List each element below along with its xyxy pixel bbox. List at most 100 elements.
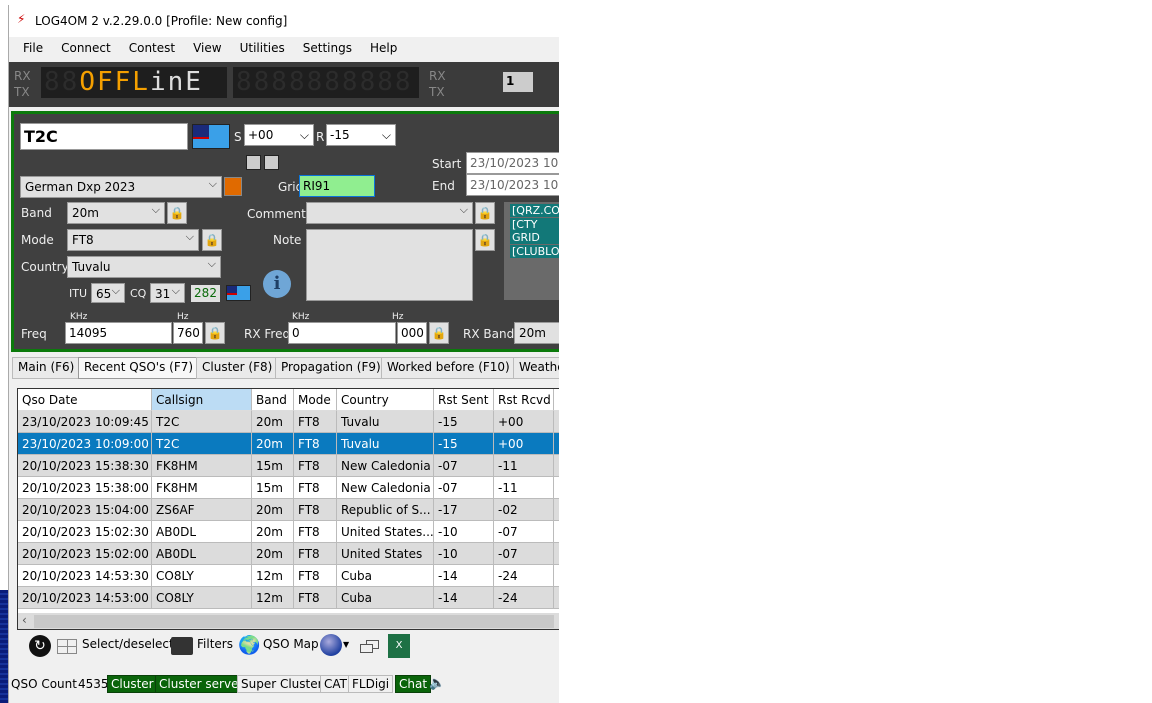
cell-country: Republic of S... bbox=[337, 499, 434, 521]
refresh-icon[interactable]: ↻ bbox=[29, 635, 51, 657]
scrollbar-thumb[interactable] bbox=[34, 615, 554, 628]
cell-rst-rcvd[interactable]: Rst Rcvd bbox=[494, 389, 554, 411]
cell-country: United States bbox=[337, 543, 434, 565]
cell-rst-sent: -07 bbox=[434, 455, 494, 477]
table-row[interactable]: 20/10/2023 15:04:00 ZS6AF 20m FT8 Republic o… bbox=[18, 499, 559, 521]
speaker-icon[interactable]: 🔈 bbox=[429, 676, 445, 691]
start-time-input[interactable]: 23/10/2023 10:1 bbox=[466, 152, 559, 174]
rst-sent-select[interactable]: +00 ⌵ bbox=[244, 124, 314, 146]
rxfreq-hz-input[interactable]: 000 bbox=[397, 322, 427, 344]
dropdown-arrow-icon[interactable]: ▼ bbox=[343, 640, 349, 649]
menu-settings[interactable]: Settings bbox=[285, 37, 352, 55]
end-time-input[interactable]: 23/10/2023 10:1 bbox=[466, 174, 559, 196]
filters-icon[interactable] bbox=[171, 637, 193, 655]
tab-weather[interactable]: Weather bbox=[513, 357, 559, 379]
cell-rst-sent: -10 bbox=[434, 543, 494, 565]
tab-recent-qsos[interactable]: Recent QSO's (F7) bbox=[78, 357, 200, 379]
tab-cluster[interactable]: Cluster (F8) bbox=[196, 357, 279, 379]
qso-entry-panel: T2C S +00⌵ R -15⌵ Start 23/10/2023 10:1 … bbox=[11, 111, 559, 352]
menu-connect[interactable]: Connect bbox=[43, 37, 111, 55]
cell-callsign[interactable]: Callsign bbox=[152, 389, 252, 411]
comment-select[interactable] bbox=[306, 200, 473, 224]
status-chat[interactable]: Chat bbox=[395, 675, 432, 693]
select-deselect-button[interactable]: Select/deselect bbox=[82, 637, 174, 651]
cell-band[interactable]: Band bbox=[252, 389, 294, 411]
tab-main[interactable]: Main (F6) bbox=[12, 357, 81, 379]
cell-qso-date[interactable]: Qso Date bbox=[18, 389, 152, 411]
table-row[interactable]: 20/10/2023 15:38:00 FK8HM 15m FT8 New Caledo… bbox=[18, 477, 559, 499]
select-deselect-icon[interactable] bbox=[57, 639, 77, 654]
cell-mode: FT8 bbox=[294, 587, 337, 609]
cell-country: Tuvalu bbox=[337, 433, 434, 455]
status-cat[interactable]: CAT bbox=[320, 675, 351, 693]
google-earth-icon[interactable] bbox=[320, 634, 342, 656]
cq-select[interactable]: 31 bbox=[150, 281, 185, 303]
status-fldigi[interactable]: FLDigi bbox=[348, 675, 394, 693]
menu-contest[interactable]: Contest bbox=[111, 37, 175, 55]
table-row[interactable]: 20/10/2023 15:02:30 AB0DL 20m FT8 United Sta… bbox=[18, 521, 559, 543]
rst-sent-value: +00 bbox=[248, 128, 274, 142]
cell-country[interactable]: Country bbox=[337, 389, 434, 411]
scroll-left-icon[interactable]: ‹ bbox=[22, 613, 27, 627]
table-row[interactable]: 23/10/2023 10:09:00 T2C 20m FT8 Tuvalu -15 +00… bbox=[18, 433, 559, 455]
table-row[interactable]: 20/10/2023 15:38:30 FK8HM 15m FT8 New Caledo… bbox=[18, 455, 559, 477]
option-button-2[interactable] bbox=[264, 155, 279, 170]
note-lock-icon[interactable]: 🔒 bbox=[475, 229, 495, 251]
comment-lock-icon[interactable]: 🔒 bbox=[475, 202, 495, 224]
table-row[interactable]: 20/10/2023 15:02:00 AB0DL 20m FT8 United Sta… bbox=[18, 543, 559, 565]
cell-rst-sent[interactable]: Rst Sent bbox=[434, 389, 494, 411]
table-row[interactable]: 20/10/2023 14:53:00 CO8LY 12m FT8 Cuba -14 -24… bbox=[18, 587, 559, 609]
vfo-selector[interactable]: 1 bbox=[503, 72, 533, 92]
table-row[interactable]: 20/10/2023 14:53:30 CO8LY 12m FT8 Cuba -14 -24… bbox=[18, 565, 559, 587]
rst-rcvd-select[interactable]: -15 ⌵ bbox=[326, 124, 396, 146]
mode-label: Mode bbox=[21, 233, 54, 247]
status-cluster-server[interactable]: Cluster server bbox=[155, 675, 248, 693]
cell-mode: FT8 bbox=[294, 477, 337, 499]
mode-select[interactable]: FT8 bbox=[67, 227, 199, 251]
filters-button[interactable]: Filters bbox=[197, 637, 233, 651]
menu-help[interactable]: Help bbox=[352, 37, 397, 55]
table-row[interactable]: 23/10/2023 10:09:45 T2C 20m FT8 Tuvalu -15 +00… bbox=[18, 411, 559, 433]
contest-field[interactable]: German Dxp 2023 bbox=[20, 174, 222, 198]
cell-band: 20m bbox=[252, 433, 294, 455]
grid-input[interactable]: RI91 bbox=[299, 175, 375, 197]
horizontal-scrollbar[interactable]: ‹ bbox=[18, 613, 559, 629]
callsign-input[interactable]: T2C bbox=[20, 123, 188, 150]
tab-propagation[interactable]: Propagation (F9) bbox=[275, 357, 387, 379]
freq-hz-input[interactable]: 760 bbox=[173, 322, 203, 344]
cell-n[interactable]: N bbox=[554, 389, 559, 411]
band-lock-icon[interactable]: 🔒 bbox=[167, 202, 187, 224]
qso-count-value: 4535 bbox=[78, 677, 109, 691]
mode-lock-icon[interactable]: 🔒 bbox=[202, 229, 222, 251]
windows-icon[interactable] bbox=[360, 640, 380, 654]
cell-mode[interactable]: Mode bbox=[294, 389, 337, 411]
status-led: 88OFFLinE bbox=[41, 67, 227, 98]
globe-icon[interactable]: 🌍 bbox=[238, 635, 260, 656]
rxfreq-lock-icon[interactable]: 🔒 bbox=[429, 322, 449, 344]
country-select[interactable]: Tuvalu bbox=[67, 254, 221, 278]
cell-rst-rcvd: +00 bbox=[494, 433, 554, 455]
menu-view[interactable]: View bbox=[175, 37, 221, 55]
freq-lock-icon[interactable]: 🔒 bbox=[205, 322, 225, 344]
rxfreq-khz-input[interactable]: 0 bbox=[288, 322, 396, 344]
menu-utilities[interactable]: Utilities bbox=[222, 37, 285, 55]
contest-settings-icon[interactable] bbox=[224, 177, 242, 196]
option-button-1[interactable] bbox=[246, 155, 261, 170]
cq-label: CQ bbox=[130, 287, 147, 300]
cell-callsign: T2C bbox=[152, 433, 252, 455]
freq-khz-input[interactable]: 14095 bbox=[65, 322, 172, 344]
status-cluster[interactable]: Cluster bbox=[107, 675, 158, 693]
menu-file[interactable]: File bbox=[9, 37, 43, 55]
itu-select[interactable]: 65 bbox=[91, 281, 125, 303]
qso-map-button[interactable]: QSO Map bbox=[263, 637, 319, 651]
band-select[interactable]: 20m bbox=[67, 200, 165, 224]
note-textarea[interactable] bbox=[306, 229, 473, 301]
rxband-select[interactable]: 20m bbox=[514, 322, 559, 344]
rxfreq-hz-label: Hz bbox=[392, 312, 404, 322]
tab-worked-before[interactable]: Worked before (F10) bbox=[381, 357, 516, 379]
status-super-cluster[interactable]: Super Cluster bbox=[237, 675, 327, 693]
excel-export-icon[interactable]: X bbox=[388, 634, 410, 658]
info-icon[interactable]: i bbox=[263, 270, 291, 298]
cell-rst-sent: -07 bbox=[434, 477, 494, 499]
table-header[interactable]: Qso Date Callsign Band Mode Country Rst Sent R… bbox=[18, 389, 559, 411]
